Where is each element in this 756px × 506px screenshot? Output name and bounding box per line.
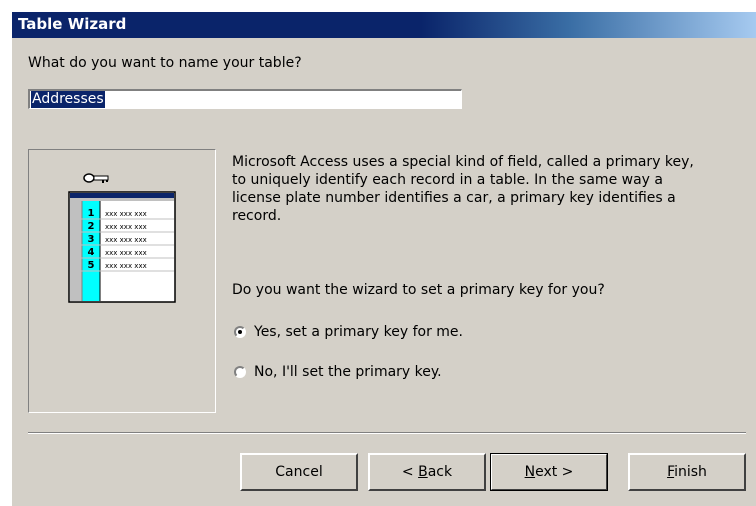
illustration-row-number: 2 [88,221,95,232]
table-name-prompt: What do you want to name your table? [28,55,302,71]
illustration-cell-text: xxx xxx xxx [105,210,147,218]
illustration-cell-text: xxx xxx xxx [105,249,147,257]
table-icon: 1 xxx xxx xxx 2 xxx xxx xxx 3 xxx xxx xxx 4 xxx… [68,191,176,303]
next-button-label: Next > [524,464,574,480]
title-bar[interactable]: Table Wizard [12,12,756,38]
next-button[interactable]: Next > [490,453,608,491]
radio-yes-label: Yes, set a primary key for me. [254,324,463,340]
window-title: Table Wizard [18,15,127,33]
illustration-row-number: 4 [88,247,95,258]
radio-no-button[interactable] [234,366,246,378]
radio-no-option[interactable]: No, I'll set the primary key. [234,362,442,382]
back-button[interactable]: < Back [368,453,486,491]
primary-key-question: Do you want the wizard to set a primary … [232,282,605,298]
finish-button-label: Finish [667,464,707,480]
radio-yes-button[interactable] [234,326,246,338]
primary-key-illustration: 1 xxx xxx xxx 2 xxx xxx xxx 3 xxx xxx xxx 4 xxx… [68,173,176,303]
illustration-row-number: 1 [88,208,95,219]
cancel-button[interactable]: Cancel [240,453,358,491]
table-name-input[interactable]: Addresses [28,89,462,109]
table-wizard-dialog: Table Wizard What do you want to name yo… [12,12,756,506]
illustration-cell-text: xxx xxx xxx [105,223,147,231]
finish-button[interactable]: Finish [628,453,746,491]
illustration-cell-text: xxx xxx xxx [105,236,147,244]
table-name-selected-text: Addresses [31,91,105,108]
illustration-row-number: 3 [88,234,95,245]
illustration-cell-text: xxx xxx xxx [105,262,147,270]
key-icon [83,173,109,183]
button-separator [28,432,746,434]
radio-no-label: No, I'll set the primary key. [254,364,442,380]
radio-yes-option[interactable]: Yes, set a primary key for me. [234,322,463,342]
back-button-label: < Back [401,464,453,480]
illustration-panel: 1 xxx xxx xxx 2 xxx xxx xxx 3 xxx xxx xxx 4 xxx… [28,149,216,413]
illustration-row-number: 5 [88,260,95,271]
primary-key-description: Microsoft Access uses a special kind of … [232,154,694,224]
cancel-button-label: Cancel [275,464,323,480]
